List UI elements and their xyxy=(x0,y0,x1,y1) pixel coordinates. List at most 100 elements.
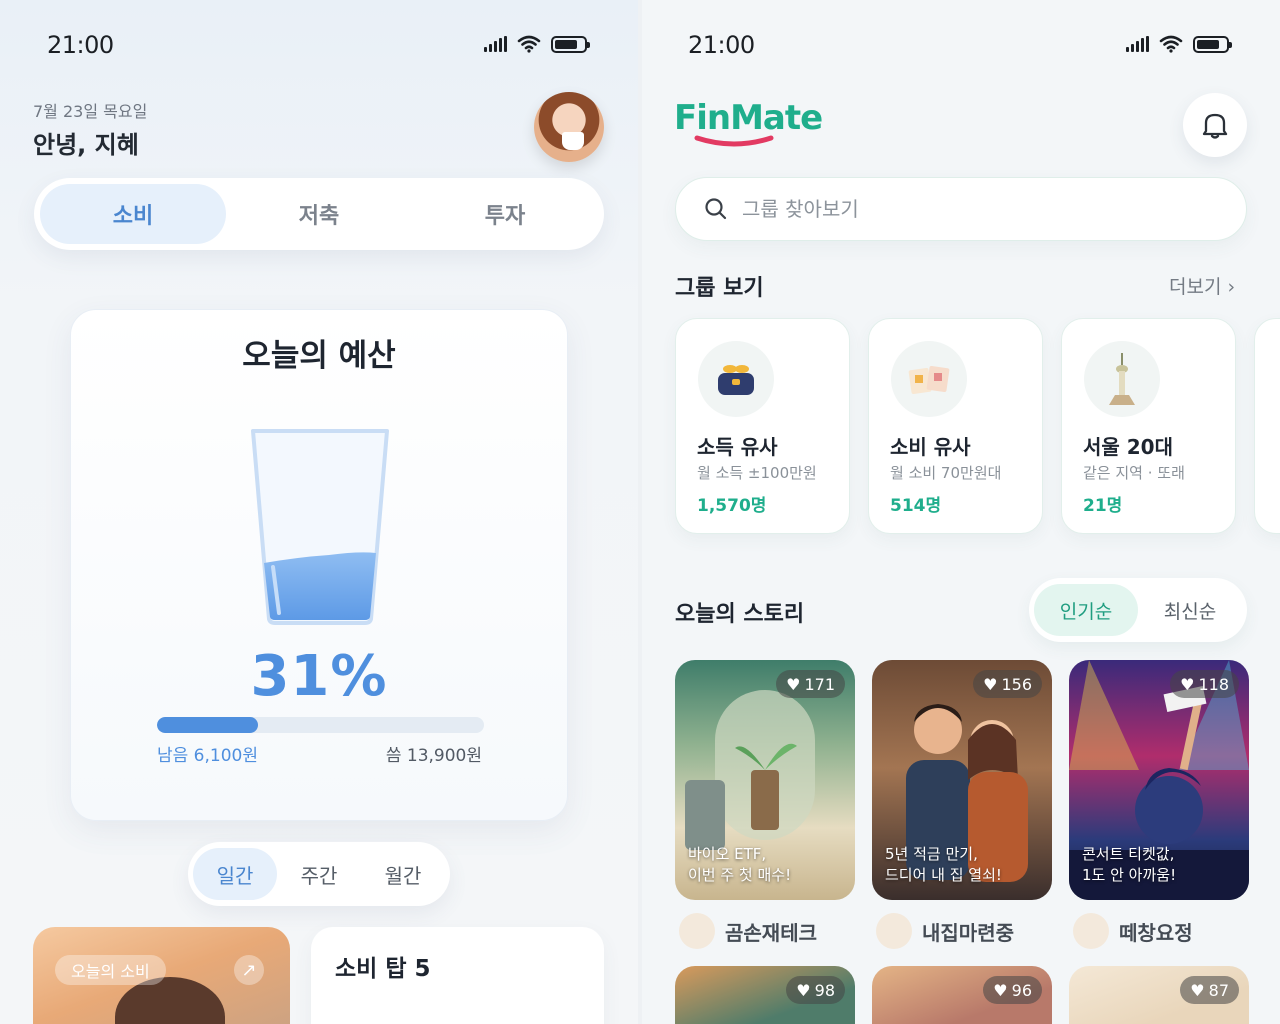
story-card[interactable]: ♥ 118 콘서트 티켓값, 1도 안 아까움! xyxy=(1069,660,1249,900)
search-input[interactable] xyxy=(742,197,1162,221)
story-card[interactable]: ♥ 171 바이오 ETF, 이번 주 첫 매수! xyxy=(675,660,855,900)
wifi-icon xyxy=(517,35,541,53)
signal-icon xyxy=(1126,36,1149,52)
status-time: 21:00 xyxy=(688,31,755,59)
group-name: 서울 20대 xyxy=(1083,435,1173,459)
period-weekly[interactable]: 주간 xyxy=(277,848,361,900)
group-card-partial[interactable] xyxy=(1254,318,1280,534)
like-badge: ♥ 171 xyxy=(776,670,845,698)
groups-section-title: 그룹 보기 xyxy=(675,276,764,301)
chevron-right-icon: › xyxy=(1227,276,1236,298)
stories-section-title: 오늘의 스토리 xyxy=(675,602,805,627)
story-card[interactable]: ♥ 96 xyxy=(872,966,1052,1024)
author-name: 내집마련중 xyxy=(922,920,1014,945)
like-badge: ♥ 98 xyxy=(786,976,845,1004)
group-desc: 월 소비 70만원대 xyxy=(890,464,1002,482)
avatar[interactable] xyxy=(534,92,604,162)
water-glass-icon xyxy=(251,429,389,625)
budget-progress-bar xyxy=(157,717,484,733)
story-card[interactable]: ♥ 156 5년 적금 만기, 드디어 내 집 열쇠! xyxy=(872,660,1052,900)
status-icons xyxy=(484,35,590,53)
like-count: 118 xyxy=(1198,674,1229,694)
period-toggle: 일간 주간 월간 xyxy=(188,842,450,906)
heart-icon: ♥ xyxy=(993,980,1008,1000)
like-badge: ♥ 87 xyxy=(1180,976,1239,1004)
battery-icon xyxy=(551,35,590,53)
group-card[interactable]: 소득 유사 월 소득 ±100만원 1,570명 xyxy=(675,318,850,534)
like-badge: ♥ 156 xyxy=(973,670,1042,698)
heart-icon: ♥ xyxy=(1180,674,1195,694)
tab-investing[interactable]: 투자 xyxy=(412,184,598,244)
like-badge: ♥ 96 xyxy=(983,976,1042,1004)
story-list-row2: ♥ 98 ♥ 96 ♥ 87 xyxy=(675,966,1249,1024)
group-count: 514명 xyxy=(890,496,942,516)
group-name: 소득 유사 xyxy=(697,435,778,459)
story-caption: 콘서트 티켓값, 1도 안 아까움! xyxy=(1082,845,1177,884)
greeting: 안녕, 지혜 xyxy=(33,131,139,159)
like-count: 156 xyxy=(1001,674,1032,694)
heart-icon: ♥ xyxy=(786,674,801,694)
like-count: 171 xyxy=(804,674,835,694)
like-count: 98 xyxy=(814,980,835,1000)
story-card[interactable]: ♥ 98 xyxy=(675,966,855,1024)
budget-percent: 31% xyxy=(250,644,388,709)
top5-title: 소비 탑 5 xyxy=(335,956,431,982)
story-author[interactable]: 떼창요정 xyxy=(1073,913,1193,949)
like-count: 96 xyxy=(1011,980,1032,1000)
group-count: 21명 xyxy=(1083,496,1123,516)
author-name: 곰손재테크 xyxy=(725,920,817,945)
money-bag-icon xyxy=(698,341,774,417)
today-spending-card[interactable]: 오늘의 소비 ↗ xyxy=(33,927,290,1024)
story-card[interactable]: ♥ 87 xyxy=(1069,966,1249,1024)
period-monthly[interactable]: 월간 xyxy=(361,848,445,900)
story-author[interactable]: 곰손재테크 xyxy=(679,913,817,949)
story-sort-toggle: 인기순 최신순 xyxy=(1029,578,1247,642)
story-list: ♥ 171 바이오 ETF, 이번 주 첫 매수! ♥ 156 5년 적금 만기, … xyxy=(675,660,1249,900)
heart-icon: ♥ xyxy=(796,980,811,1000)
category-tabs: 소비 저축 투자 xyxy=(34,178,604,250)
group-desc: 같은 지역 · 또래 xyxy=(1083,464,1185,482)
author-name: 떼창요정 xyxy=(1119,920,1193,945)
budget-screen: 21:00 7월 23일 목요일 안녕, 지혜 소비 저축 투자 오늘의 예산 … xyxy=(0,0,638,1024)
top5-card[interactable]: 소비 탑 5 xyxy=(311,927,604,1024)
group-search[interactable] xyxy=(675,177,1247,241)
battery-icon xyxy=(1193,35,1232,53)
brand-logo: FinMate xyxy=(674,98,823,138)
sort-popular[interactable]: 인기순 xyxy=(1034,584,1138,636)
bell-icon xyxy=(1202,113,1228,139)
group-card[interactable]: 소비 유사 월 소비 70만원대 514명 xyxy=(868,318,1043,534)
story-caption: 5년 적금 만기, 드디어 내 집 열쇠! xyxy=(885,845,1002,884)
heart-icon: ♥ xyxy=(1190,980,1205,1000)
remaining-amount: 남음 6,100원 xyxy=(157,746,258,766)
budget-title: 오늘의 예산 xyxy=(242,338,396,374)
sort-latest[interactable]: 최신순 xyxy=(1138,584,1242,636)
search-icon xyxy=(705,198,727,220)
spent-amount: 씀 13,900원 xyxy=(385,746,482,766)
group-count: 1,570명 xyxy=(697,496,767,516)
see-more-label: 더보기 xyxy=(1169,276,1222,298)
like-badge: ♥ 118 xyxy=(1170,670,1239,698)
today-spending-chip: 오늘의 소비 xyxy=(55,955,166,985)
wifi-icon xyxy=(1159,35,1183,53)
receipt-icon xyxy=(891,341,967,417)
heart-icon: ♥ xyxy=(983,674,998,694)
seoul-tower-icon xyxy=(1084,341,1160,417)
group-card[interactable]: 서울 20대 같은 지역 · 또래 21명 xyxy=(1061,318,1236,534)
status-icons xyxy=(1126,35,1232,53)
date-label: 7월 23일 목요일 xyxy=(33,102,148,121)
period-daily[interactable]: 일간 xyxy=(193,848,277,900)
tab-saving[interactable]: 저축 xyxy=(226,184,412,244)
community-screen: 21:00 FinMate 그룹 보기 더보기 › 소득 유사 월 소득 ±10… xyxy=(642,0,1280,1024)
notification-button[interactable] xyxy=(1183,93,1247,157)
story-author[interactable]: 내집마련중 xyxy=(876,913,1014,949)
tab-spending[interactable]: 소비 xyxy=(40,184,226,244)
see-more-link[interactable]: 더보기 › xyxy=(1169,272,1235,299)
author-avatar xyxy=(876,913,912,949)
logo-swoosh xyxy=(694,135,774,147)
status-time: 21:00 xyxy=(47,31,114,59)
signal-icon xyxy=(484,36,507,52)
group-desc: 월 소득 ±100만원 xyxy=(697,464,817,482)
arrow-up-right-icon[interactable]: ↗ xyxy=(234,955,264,985)
today-budget-card: 오늘의 예산 31% 남음 6,100원 씀 13,900원 xyxy=(70,309,568,821)
like-count: 87 xyxy=(1208,980,1229,1000)
